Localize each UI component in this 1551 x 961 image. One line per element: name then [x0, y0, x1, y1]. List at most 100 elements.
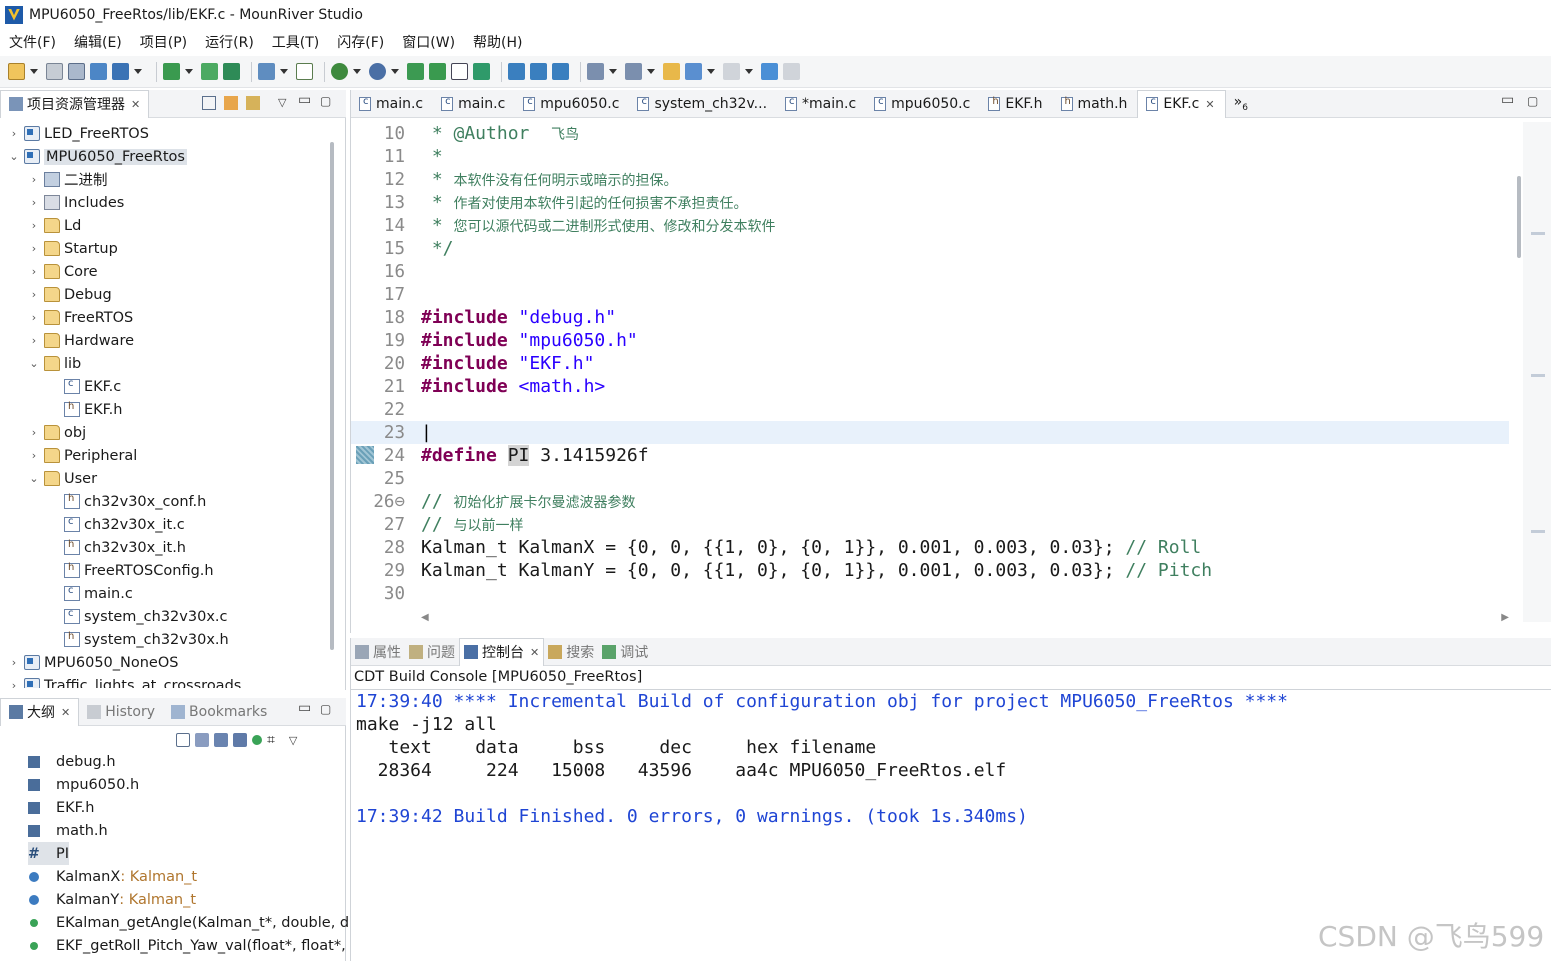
overview-marker[interactable]	[1531, 232, 1545, 235]
tree-item[interactable]: › MPU6050_NoneOS	[8, 651, 179, 674]
minimize-icon[interactable]: ▭	[298, 92, 311, 108]
tab-console[interactable]: 控制台 ✕	[459, 637, 545, 666]
menu-run[interactable]: 运行(R)	[205, 32, 254, 52]
tab-problems[interactable]: 问题	[405, 638, 459, 666]
hide-fields-icon[interactable]	[214, 733, 228, 747]
debug-dropdown-icon[interactable]	[353, 69, 361, 74]
tree-item[interactable]: › Debug	[28, 283, 112, 306]
build-all-icon[interactable]	[112, 63, 129, 80]
editor-tab[interactable]: math.h	[1053, 90, 1138, 118]
menu-project[interactable]: 项目(P)	[140, 32, 187, 52]
tree-item[interactable]: › Core	[28, 260, 98, 283]
tree-item[interactable]: ⌄ MPU6050_FreeRtos	[8, 145, 187, 168]
build-icon[interactable]	[90, 63, 107, 80]
expand-arrow-icon[interactable]: ⌄	[28, 357, 40, 370]
new-file-icon[interactable]	[8, 63, 25, 80]
overview-marker[interactable]	[1531, 374, 1545, 377]
flash-icon[interactable]	[201, 63, 218, 80]
tab-history[interactable]: History	[79, 698, 163, 726]
occurrence-marker[interactable]	[356, 446, 374, 464]
tab-search[interactable]: 搜索	[544, 638, 598, 666]
forward-dropdown-icon[interactable]	[745, 69, 753, 74]
terminal-icon[interactable]	[296, 63, 313, 80]
outline-item[interactable]: EKF.h	[28, 796, 94, 819]
outline-item[interactable]: # PI	[28, 842, 70, 865]
view-menu-icon[interactable]: ▽	[278, 96, 286, 109]
step-into-icon[interactable]	[508, 63, 525, 80]
code-line[interactable]: 26⊖ // 初始化扩展卡尔曼滤波器参数	[351, 490, 1509, 513]
code-line[interactable]: 24 #define PI 3.1415926f	[351, 444, 1509, 467]
outline-item[interactable]: EKF_getRoll_Pitch_Yaw_val(float*, float*…	[28, 934, 346, 957]
tree-item[interactable]: › obj	[28, 421, 86, 444]
editor-tab[interactable]: mpu6050.c	[866, 90, 980, 118]
close-icon[interactable]: ✕	[1205, 98, 1214, 111]
tree-item[interactable]: › Startup	[28, 237, 118, 260]
back-icon[interactable]	[685, 63, 702, 80]
last-edit-icon[interactable]	[663, 63, 680, 80]
refresh-icon[interactable]	[473, 63, 490, 80]
menu-help[interactable]: 帮助(H)	[473, 32, 522, 52]
prev-annotation-icon[interactable]	[625, 63, 642, 80]
tree-item[interactable]: › Peripheral	[28, 444, 138, 467]
minimize-icon[interactable]: ▭	[1501, 92, 1514, 108]
editor-scrollbar[interactable]	[1517, 176, 1521, 258]
tab-project-explorer[interactable]: 项目资源管理器 ✕	[0, 89, 150, 118]
tree-item[interactable]: › Ld	[28, 214, 82, 237]
tree-item[interactable]: EKF.c	[48, 375, 121, 398]
code-line[interactable]: 23 |	[351, 421, 1509, 444]
menu-flash[interactable]: 闪存(F)	[337, 32, 384, 52]
tab-debug[interactable]: 调试	[598, 638, 652, 666]
outline-item[interactable]: mpu6050.h	[28, 773, 139, 796]
expand-arrow-icon[interactable]: ⌄	[28, 472, 40, 485]
resume-icon[interactable]	[429, 63, 446, 80]
step-over-icon[interactable]	[530, 63, 547, 80]
tool-icon[interactable]	[258, 63, 275, 80]
overview-marker[interactable]	[1531, 530, 1545, 533]
editor-tab[interactable]: *main.c	[777, 90, 866, 118]
collapse-all-icon[interactable]	[202, 96, 216, 110]
tree-item[interactable]: › Hardware	[28, 329, 134, 352]
tree-item[interactable]: FreeRTOSConfig.h	[48, 559, 214, 582]
run-icon[interactable]	[407, 63, 424, 80]
code-line[interactable]: 21 #include <math.h>	[351, 375, 1509, 398]
tree-item[interactable]: › 二进制	[28, 168, 108, 191]
expand-arrow-icon[interactable]: ›	[8, 679, 20, 688]
hide-nonpublic-icon[interactable]	[252, 735, 262, 745]
tree-item[interactable]: EKF.h	[48, 398, 122, 421]
outline-item[interactable]: math.h	[28, 819, 108, 842]
menu-tools[interactable]: 工具(T)	[272, 32, 319, 52]
filter-icon[interactable]	[246, 96, 260, 110]
expand-arrow-icon[interactable]: ›	[28, 242, 40, 255]
editor-horizontal-scrollbar[interactable]: ◀ ▶	[421, 612, 1509, 626]
tree-item[interactable]: system_ch32v30x.h	[48, 628, 229, 651]
tree-item[interactable]: ch32v30x_conf.h	[48, 490, 206, 513]
tree-item[interactable]: main.c	[48, 582, 133, 605]
code-line[interactable]: 16	[351, 260, 1509, 283]
save-all-icon[interactable]	[68, 63, 85, 80]
download-icon[interactable]	[163, 63, 180, 80]
code-line[interactable]: 22	[351, 398, 1509, 421]
editor-tab[interactable]: EKF.c ✕	[1137, 89, 1226, 118]
tab-overflow-icon[interactable]: »6	[1234, 94, 1248, 113]
close-icon[interactable]: ✕	[131, 98, 140, 111]
link-editor-icon[interactable]	[224, 96, 238, 110]
expand-arrow-icon[interactable]: ›	[8, 127, 20, 140]
pin-icon[interactable]	[761, 63, 778, 80]
scroll-right-icon[interactable]: ▶	[1501, 612, 1509, 623]
code-line[interactable]: 17	[351, 283, 1509, 306]
save-icon[interactable]	[46, 63, 63, 80]
code-line[interactable]: 15 */	[351, 237, 1509, 260]
forward-icon[interactable]	[723, 63, 740, 80]
next-annotation-icon[interactable]	[587, 63, 604, 80]
maximize-icon[interactable]: ▢	[320, 702, 331, 716]
editor-tab[interactable]: mpu6050.c	[515, 90, 629, 118]
collapse-all-icon[interactable]	[176, 733, 190, 747]
minimize-icon[interactable]: ▭	[298, 700, 311, 716]
unpin-icon[interactable]	[783, 63, 800, 80]
tree-item[interactable]: ⌄ User	[28, 467, 97, 490]
close-icon[interactable]: ✕	[61, 706, 70, 719]
code-line[interactable]: 29 Kalman_t KalmanY = {0, 0, {{1, 0}, {0,…	[351, 559, 1509, 582]
code-line[interactable]: 10 * @Author 飞鸟	[351, 122, 1509, 145]
code-line[interactable]: 30	[351, 582, 1509, 605]
expand-arrow-icon[interactable]: ›	[28, 449, 40, 462]
